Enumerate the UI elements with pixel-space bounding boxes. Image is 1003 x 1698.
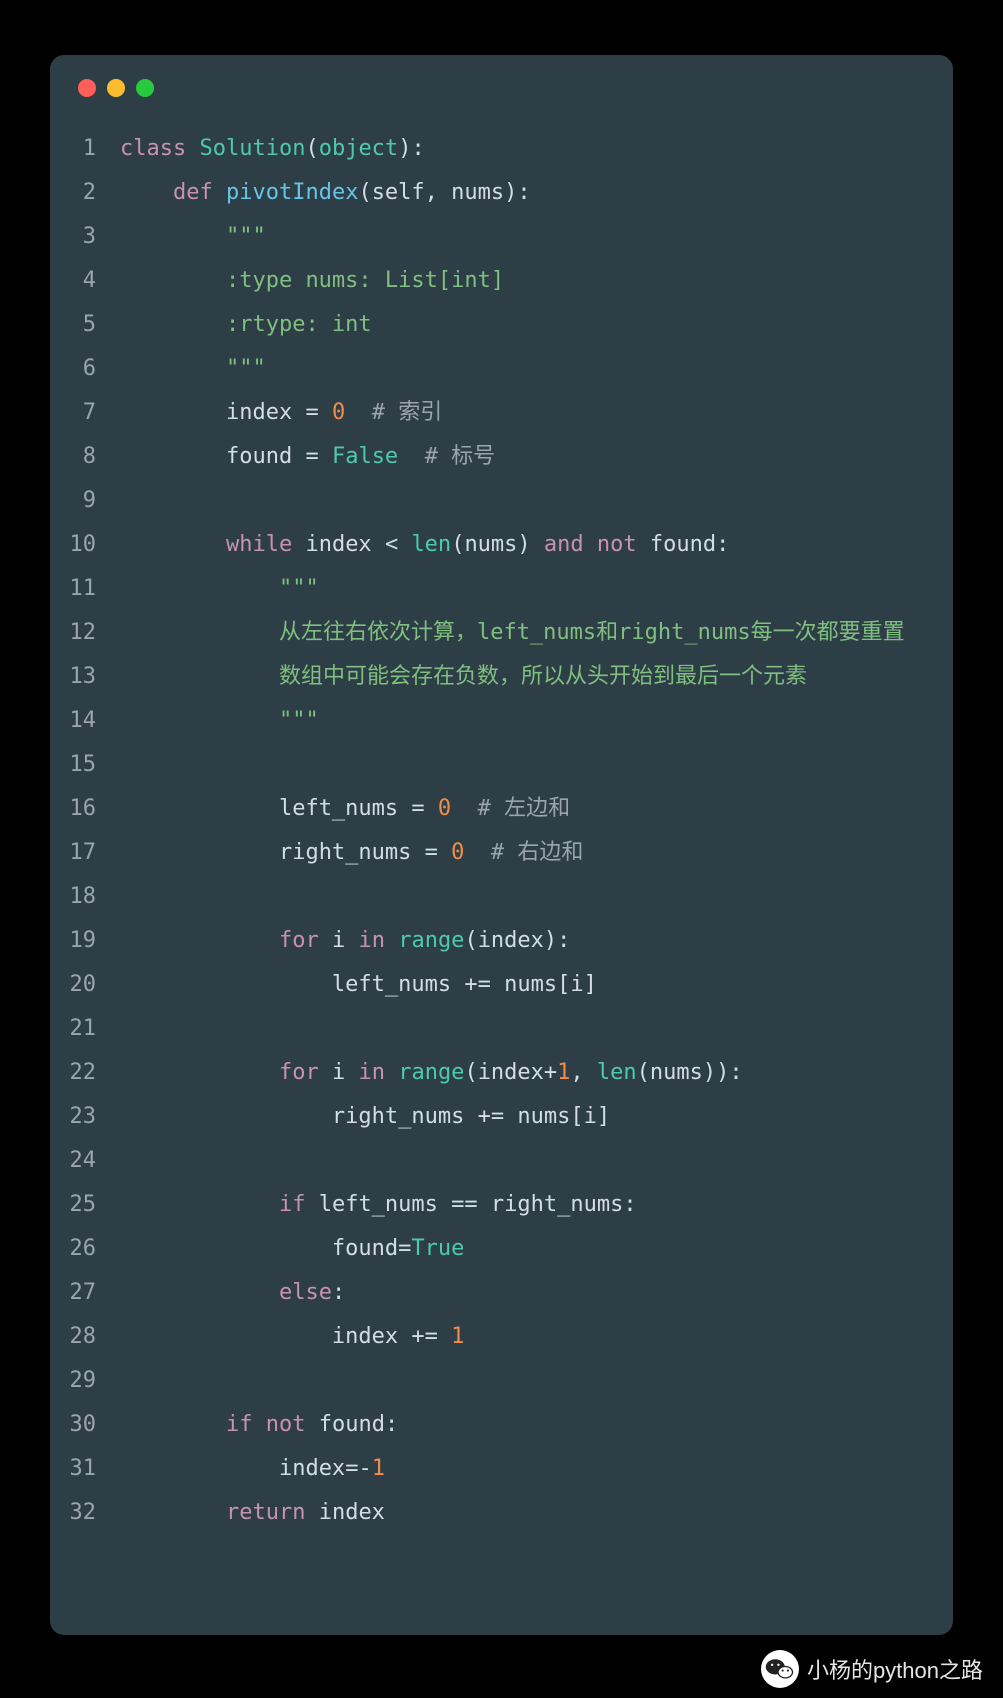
line-number: 27 bbox=[50, 1271, 120, 1315]
line-number: 32 bbox=[50, 1491, 120, 1535]
code-content: for i in range(index+1, len(nums)): bbox=[120, 1051, 953, 1095]
wechat-icon bbox=[761, 1650, 799, 1688]
code-window: 1class Solution(object):2 def pivotIndex… bbox=[50, 55, 953, 1635]
code-content: left_nums += nums[i] bbox=[120, 963, 953, 1007]
code-content: class Solution(object): bbox=[120, 127, 953, 171]
code-editor: 1class Solution(object):2 def pivotIndex… bbox=[50, 105, 953, 1535]
code-content: right_nums = 0 # 右边和 bbox=[120, 831, 953, 875]
code-line: 15 bbox=[50, 743, 953, 787]
line-number: 31 bbox=[50, 1447, 120, 1491]
code-line: 5 :rtype: int bbox=[50, 303, 953, 347]
line-number: 6 bbox=[50, 347, 120, 391]
minimize-icon[interactable] bbox=[107, 79, 125, 97]
footer-watermark: 小杨的python之路 bbox=[0, 1640, 1003, 1698]
code-line: 29 bbox=[50, 1359, 953, 1403]
code-line: 13 数组中可能会存在负数，所以从头开始到最后一个元素 bbox=[50, 655, 953, 699]
code-line: 25 if left_nums == right_nums: bbox=[50, 1183, 953, 1227]
line-number: 3 bbox=[50, 215, 120, 259]
code-content: """ bbox=[120, 347, 953, 391]
code-content: return index bbox=[120, 1491, 953, 1535]
code-line: 24 bbox=[50, 1139, 953, 1183]
line-number: 20 bbox=[50, 963, 120, 1007]
line-number: 19 bbox=[50, 919, 120, 963]
code-line: 17 right_nums = 0 # 右边和 bbox=[50, 831, 953, 875]
code-line: 28 index += 1 bbox=[50, 1315, 953, 1359]
line-number: 18 bbox=[50, 875, 120, 919]
line-number: 24 bbox=[50, 1139, 120, 1183]
code-content: if left_nums == right_nums: bbox=[120, 1183, 953, 1227]
code-line: 23 right_nums += nums[i] bbox=[50, 1095, 953, 1139]
code-content: index=-1 bbox=[120, 1447, 953, 1491]
code-content: left_nums = 0 # 左边和 bbox=[120, 787, 953, 831]
line-number: 1 bbox=[50, 127, 120, 171]
code-line: 4 :type nums: List[int] bbox=[50, 259, 953, 303]
code-content: """ bbox=[120, 567, 953, 611]
line-number: 17 bbox=[50, 831, 120, 875]
line-number: 14 bbox=[50, 699, 120, 743]
code-line: 3 """ bbox=[50, 215, 953, 259]
line-number: 26 bbox=[50, 1227, 120, 1271]
code-line: 16 left_nums = 0 # 左边和 bbox=[50, 787, 953, 831]
line-number: 29 bbox=[50, 1359, 120, 1403]
code-content: found=True bbox=[120, 1227, 953, 1271]
code-line: 27 else: bbox=[50, 1271, 953, 1315]
code-content: right_nums += nums[i] bbox=[120, 1095, 953, 1139]
line-number: 12 bbox=[50, 611, 120, 655]
line-number: 21 bbox=[50, 1007, 120, 1051]
line-number: 23 bbox=[50, 1095, 120, 1139]
close-icon[interactable] bbox=[78, 79, 96, 97]
line-number: 9 bbox=[50, 479, 120, 523]
code-line: 10 while index < len(nums) and not found… bbox=[50, 523, 953, 567]
code-line: 30 if not found: bbox=[50, 1403, 953, 1447]
line-number: 4 bbox=[50, 259, 120, 303]
line-number: 10 bbox=[50, 523, 120, 567]
code-line: 22 for i in range(index+1, len(nums)): bbox=[50, 1051, 953, 1095]
line-number: 30 bbox=[50, 1403, 120, 1447]
code-line: 11 """ bbox=[50, 567, 953, 611]
line-number: 15 bbox=[50, 743, 120, 787]
code-content: if not found: bbox=[120, 1403, 953, 1447]
line-number: 25 bbox=[50, 1183, 120, 1227]
code-line: 19 for i in range(index): bbox=[50, 919, 953, 963]
code-line: 32 return index bbox=[50, 1491, 953, 1535]
code-line: 31 index=-1 bbox=[50, 1447, 953, 1491]
line-number: 5 bbox=[50, 303, 120, 347]
code-line: 1class Solution(object): bbox=[50, 127, 953, 171]
code-content: 数组中可能会存在负数，所以从头开始到最后一个元素 bbox=[120, 655, 953, 699]
code-line: 8 found = False # 标号 bbox=[50, 435, 953, 479]
code-content: """ bbox=[120, 215, 953, 259]
code-line: 18 bbox=[50, 875, 953, 919]
window-titlebar bbox=[50, 55, 953, 105]
line-number: 2 bbox=[50, 171, 120, 215]
code-line: 20 left_nums += nums[i] bbox=[50, 963, 953, 1007]
code-line: 21 bbox=[50, 1007, 953, 1051]
line-number: 11 bbox=[50, 567, 120, 611]
code-line: 14 """ bbox=[50, 699, 953, 743]
code-content: :type nums: List[int] bbox=[120, 259, 953, 303]
code-line: 7 index = 0 # 索引 bbox=[50, 391, 953, 435]
code-content: :rtype: int bbox=[120, 303, 953, 347]
line-number: 28 bbox=[50, 1315, 120, 1359]
code-content: else: bbox=[120, 1271, 953, 1315]
code-content: def pivotIndex(self, nums): bbox=[120, 171, 953, 215]
code-line: 26 found=True bbox=[50, 1227, 953, 1271]
code-line: 6 """ bbox=[50, 347, 953, 391]
code-content: """ bbox=[120, 699, 953, 743]
code-content: index += 1 bbox=[120, 1315, 953, 1359]
code-content: found = False # 标号 bbox=[120, 435, 953, 479]
zoom-icon[interactable] bbox=[136, 79, 154, 97]
line-number: 7 bbox=[50, 391, 120, 435]
line-number: 13 bbox=[50, 655, 120, 699]
code-content: while index < len(nums) and not found: bbox=[120, 523, 953, 567]
code-content: for i in range(index): bbox=[120, 919, 953, 963]
code-content: index = 0 # 索引 bbox=[120, 391, 953, 435]
line-number: 22 bbox=[50, 1051, 120, 1095]
line-number: 8 bbox=[50, 435, 120, 479]
code-content: 从左往右依次计算，left_nums和right_nums每一次都要重置 bbox=[120, 611, 953, 655]
code-line: 2 def pivotIndex(self, nums): bbox=[50, 171, 953, 215]
code-line: 9 bbox=[50, 479, 953, 523]
line-number: 16 bbox=[50, 787, 120, 831]
code-line: 12 从左往右依次计算，left_nums和right_nums每一次都要重置 bbox=[50, 611, 953, 655]
footer-text: 小杨的python之路 bbox=[807, 1653, 983, 1685]
